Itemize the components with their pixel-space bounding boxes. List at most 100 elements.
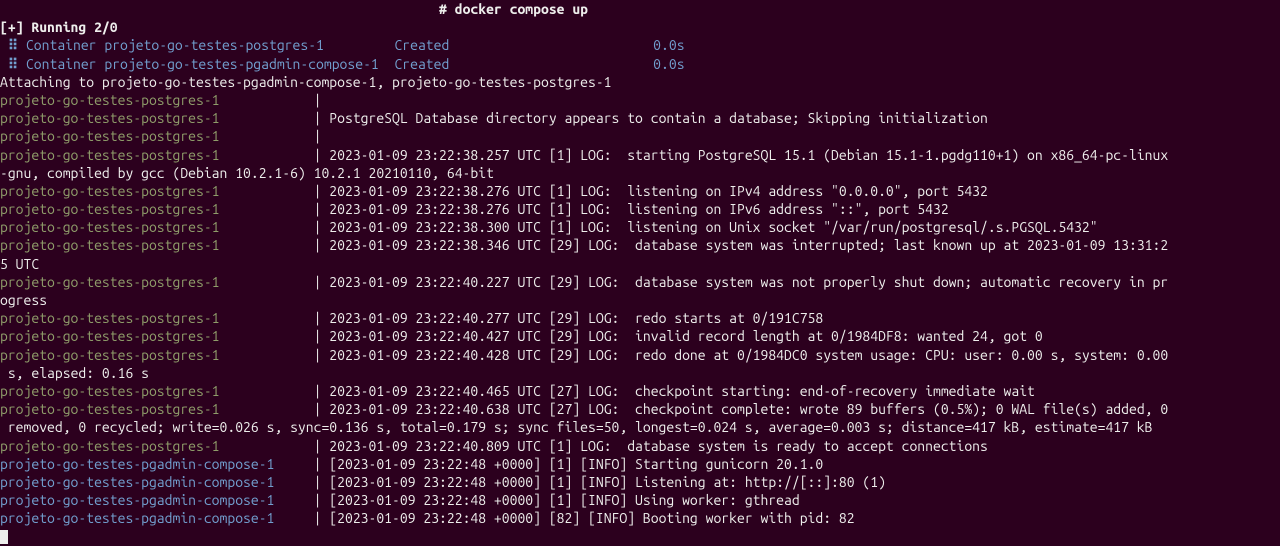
service-name: projeto-go-testes-postgres-1	[0, 219, 298, 235]
log-message: 2023-01-09 23:22:40.277 UTC [29] LOG: re…	[329, 310, 823, 326]
log-message: 2023-01-09 23:22:40.809 UTC [1] LOG: dat…	[329, 438, 988, 454]
log-line-8-wrap: ogress	[0, 291, 1280, 309]
log-separator: |	[298, 274, 329, 290]
service-name: projeto-go-testes-postgres-1	[0, 274, 298, 290]
service-name: projeto-go-testes-pgadmin-compose-1	[0, 510, 298, 526]
log-message: 2023-01-09 23:22:38.300 UTC [1] LOG: lis…	[329, 219, 1097, 235]
log-message: 2023-01-09 23:22:40.465 UTC [27] LOG: ch…	[329, 383, 1035, 399]
log-message-wrap: -gnu, compiled by gcc (Debian 10.2.1-6) …	[0, 165, 494, 181]
log-line-7-wrap: 5 UTC	[0, 255, 1280, 273]
header-prefix: #	[0, 1, 455, 17]
header-command: docker compose up	[455, 1, 588, 17]
log-separator: |	[298, 438, 329, 454]
log-line-11-wrap: s, elapsed: 0.16 s	[0, 364, 1280, 382]
attaching-text: Attaching to projeto-go-testes-pgadmin-c…	[0, 74, 612, 90]
log-message: [2023-01-09 23:22:48 +0000] [82] [INFO] …	[329, 510, 854, 526]
log-message: 2023-01-09 23:22:38.257 UTC [1] LOG: sta…	[329, 147, 1168, 163]
log-line-15: projeto-go-testes-pgadmin-compose-1 | [2…	[0, 455, 1280, 473]
log-line-3: projeto-go-testes-postgres-1 | 2023-01-0…	[0, 146, 1280, 164]
log-message: 2023-01-09 23:22:40.638 UTC [27] LOG: ch…	[329, 401, 1168, 417]
log-message-wrap: ogress	[0, 292, 47, 308]
log-message: [2023-01-09 23:22:48 +0000] [1] [INFO] U…	[329, 492, 799, 508]
log-separator: |	[298, 474, 329, 490]
container-indicator: ⠿	[0, 56, 26, 72]
log-line-0: projeto-go-testes-postgres-1 |	[0, 91, 1280, 109]
running-line: [+] Running 2/0	[0, 18, 1280, 36]
log-line-17: projeto-go-testes-pgadmin-compose-1 | [2…	[0, 491, 1280, 509]
cursor-line	[0, 527, 1280, 545]
log-separator: |	[298, 110, 329, 126]
container-time: 0.0s	[653, 56, 684, 72]
log-line-13-wrap: removed, 0 recycled; write=0.026 s, sync…	[0, 418, 1280, 436]
service-name: projeto-go-testes-postgres-1	[0, 147, 298, 163]
log-message: 2023-01-09 23:22:38.276 UTC [1] LOG: lis…	[329, 201, 948, 217]
log-line-18: projeto-go-testes-pgadmin-compose-1 | [2…	[0, 509, 1280, 527]
log-line-8: projeto-go-testes-postgres-1 | 2023-01-0…	[0, 273, 1280, 291]
log-message: [2023-01-09 23:22:48 +0000] [1] [INFO] S…	[329, 456, 823, 472]
log-separator: |	[298, 347, 329, 363]
log-separator: |	[298, 456, 329, 472]
service-name: projeto-go-testes-postgres-1	[0, 237, 298, 253]
log-message: 2023-01-09 23:22:38.276 UTC [1] LOG: lis…	[329, 183, 988, 199]
service-name: projeto-go-testes-pgadmin-compose-1	[0, 456, 298, 472]
log-separator: |	[298, 510, 329, 526]
log-message: PostgreSQL Database directory appears to…	[329, 110, 988, 126]
container-label: Container projeto-go-testes-postgres-1	[26, 37, 394, 53]
log-message-wrap: removed, 0 recycled; write=0.026 s, sync…	[0, 419, 1152, 435]
log-line-9: projeto-go-testes-postgres-1 | 2023-01-0…	[0, 309, 1280, 327]
log-separator: |	[298, 92, 329, 108]
log-message: [2023-01-09 23:22:48 +0000] [1] [INFO] L…	[329, 474, 886, 490]
container-pad	[449, 37, 653, 53]
service-name: projeto-go-testes-postgres-1	[0, 201, 298, 217]
container-time: 0.0s	[653, 37, 684, 53]
log-message: 2023-01-09 23:22:40.427 UTC [29] LOG: in…	[329, 328, 1042, 344]
service-name: projeto-go-testes-postgres-1	[0, 128, 298, 144]
header-line: # docker compose up	[0, 0, 1280, 18]
log-line-11: projeto-go-testes-postgres-1 | 2023-01-0…	[0, 346, 1280, 364]
log-separator: |	[298, 310, 329, 326]
log-line-3-wrap: -gnu, compiled by gcc (Debian 10.2.1-6) …	[0, 164, 1280, 182]
service-name: projeto-go-testes-pgadmin-compose-1	[0, 474, 298, 490]
log-separator: |	[298, 237, 329, 253]
service-name: projeto-go-testes-postgres-1	[0, 92, 298, 108]
container-line-0: ⠿ Container projeto-go-testes-postgres-1…	[0, 36, 1280, 54]
service-name: projeto-go-testes-postgres-1	[0, 383, 298, 399]
service-name: projeto-go-testes-postgres-1	[0, 347, 298, 363]
log-message: 2023-01-09 23:22:38.346 UTC [29] LOG: da…	[329, 237, 1168, 253]
log-line-6: projeto-go-testes-postgres-1 | 2023-01-0…	[0, 218, 1280, 236]
attaching-line: Attaching to projeto-go-testes-pgadmin-c…	[0, 73, 1280, 91]
log-line-10: projeto-go-testes-postgres-1 | 2023-01-0…	[0, 327, 1280, 345]
container-status: Created	[394, 56, 449, 72]
log-message: 2023-01-09 23:22:40.227 UTC [29] LOG: da…	[329, 274, 1168, 290]
log-message: 2023-01-09 23:22:40.428 UTC [29] LOG: re…	[329, 347, 1168, 363]
log-separator: |	[298, 183, 329, 199]
container-line-1: ⠿ Container projeto-go-testes-pgadmin-co…	[0, 55, 1280, 73]
log-message-wrap: s, elapsed: 0.16 s	[0, 365, 149, 381]
container-pad	[449, 56, 653, 72]
container-status: Created	[394, 37, 449, 53]
service-name: projeto-go-testes-postgres-1	[0, 328, 298, 344]
service-name: projeto-go-testes-postgres-1	[0, 401, 298, 417]
log-separator: |	[298, 492, 329, 508]
log-separator: |	[298, 383, 329, 399]
log-separator: |	[298, 328, 329, 344]
log-line-7: projeto-go-testes-postgres-1 | 2023-01-0…	[0, 236, 1280, 254]
log-separator: |	[298, 219, 329, 235]
running-status: [+] Running 2/0	[0, 19, 118, 35]
service-name: projeto-go-testes-postgres-1	[0, 310, 298, 326]
log-line-4: projeto-go-testes-postgres-1 | 2023-01-0…	[0, 182, 1280, 200]
terminal-output[interactable]: # docker compose up[+] Running 2/0 ⠿ Con…	[0, 0, 1280, 546]
log-line-1: projeto-go-testes-postgres-1 | PostgreSQ…	[0, 109, 1280, 127]
log-line-12: projeto-go-testes-postgres-1 | 2023-01-0…	[0, 382, 1280, 400]
log-line-5: projeto-go-testes-postgres-1 | 2023-01-0…	[0, 200, 1280, 218]
container-indicator: ⠿	[0, 37, 26, 53]
container-label: Container projeto-go-testes-pgadmin-comp…	[26, 56, 394, 72]
log-line-14: projeto-go-testes-postgres-1 | 2023-01-0…	[0, 437, 1280, 455]
service-name: projeto-go-testes-postgres-1	[0, 110, 298, 126]
service-name: projeto-go-testes-postgres-1	[0, 183, 298, 199]
log-separator: |	[298, 147, 329, 163]
log-line-16: projeto-go-testes-pgadmin-compose-1 | [2…	[0, 473, 1280, 491]
log-separator: |	[298, 401, 329, 417]
service-name: projeto-go-testes-pgadmin-compose-1	[0, 492, 298, 508]
terminal-cursor	[0, 530, 8, 544]
